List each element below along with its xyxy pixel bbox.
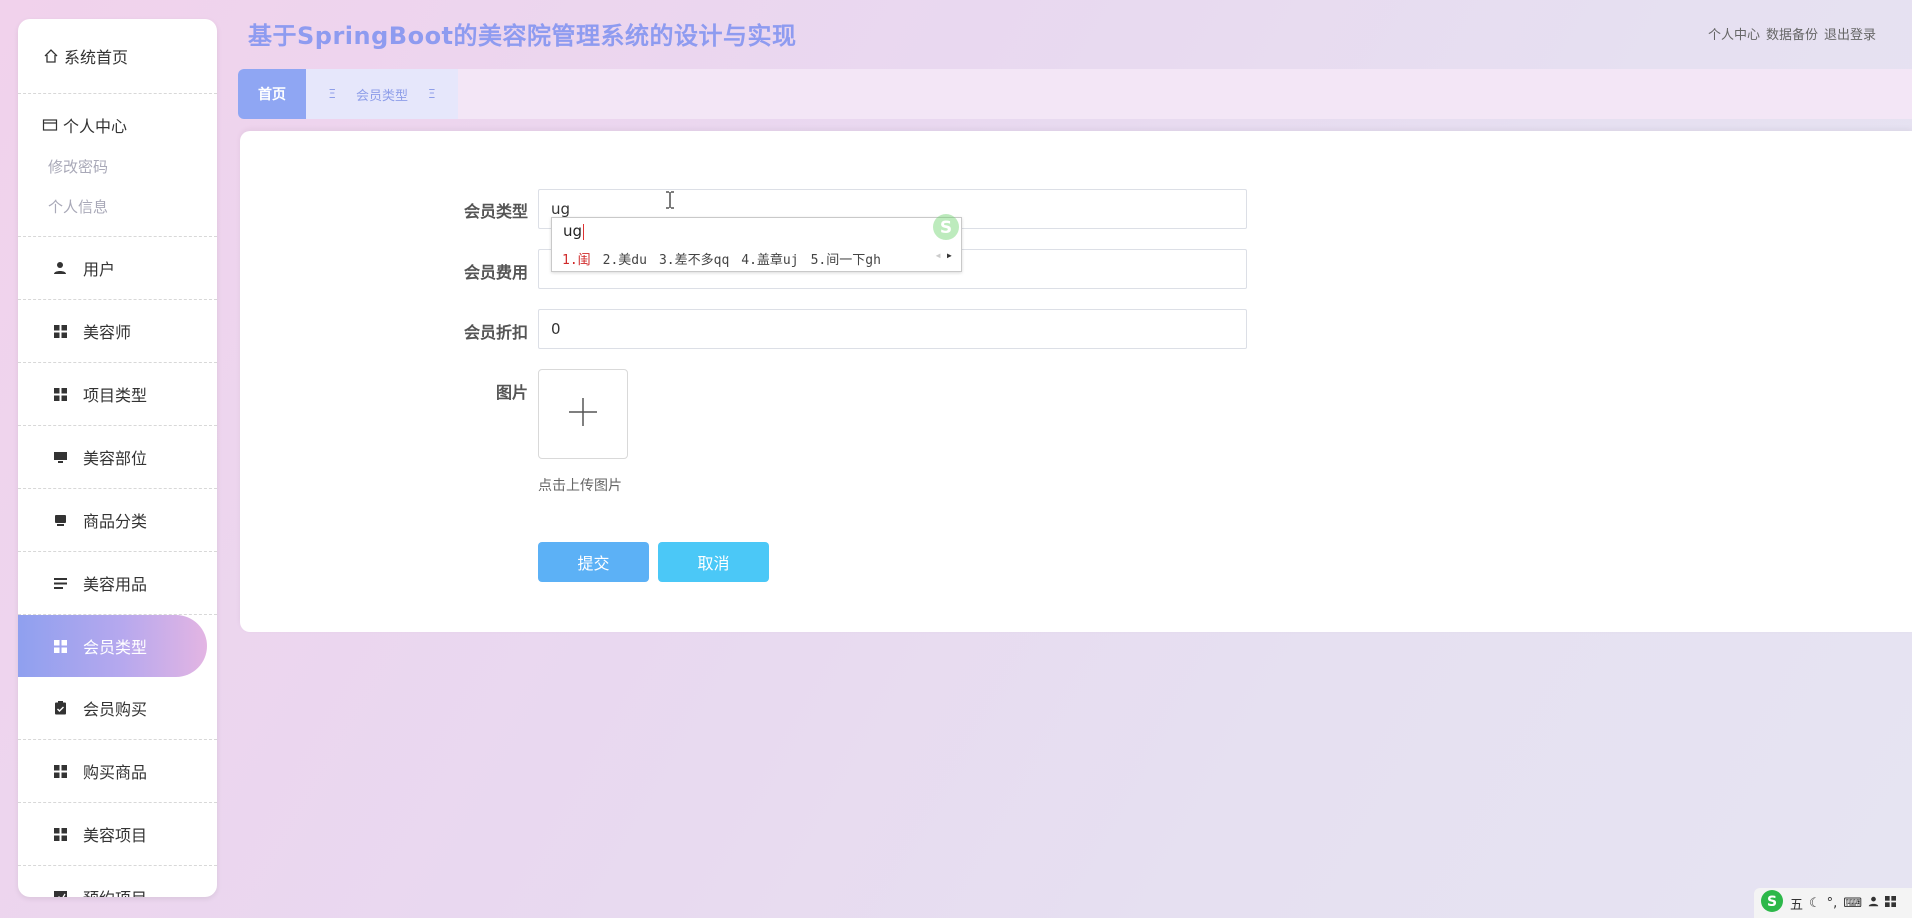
- sidebar-item-label: 项目类型: [83, 386, 148, 405]
- sogou-logo-icon: S: [931, 212, 961, 246]
- upload-hint: 点击上传图片: [538, 478, 622, 494]
- text-cursor-icon: [665, 191, 675, 214]
- ime-candidate[interactable]: 1.闺: [562, 249, 591, 268]
- sidebar-item-label: 美容项目: [83, 826, 148, 845]
- header-link-profile[interactable]: 个人中心: [1708, 24, 1760, 43]
- toolbox-icon[interactable]: [1885, 895, 1897, 911]
- cancel-button[interactable]: 取消: [658, 542, 769, 582]
- svg-text:S: S: [940, 218, 952, 238]
- sidebar-item-purchase-goods[interactable]: 购买商品: [18, 740, 217, 802]
- sidebar-item-label: 系统首页: [64, 48, 129, 67]
- grid-icon: [51, 762, 69, 780]
- sidebar-item-label: 会员购买: [83, 700, 148, 719]
- tab-home[interactable]: 首页: [238, 69, 306, 119]
- sidebar-item-beauty-area[interactable]: 美容部位: [18, 426, 217, 488]
- sidebar-item-goods-category[interactable]: 商品分类: [18, 489, 217, 551]
- sidebar-item-label: 美容师: [83, 323, 132, 342]
- member-fee-label: 会员费用: [463, 263, 528, 282]
- member-discount-label: 会员折扣: [463, 323, 528, 342]
- ime-toolbar: S 五 ☾ °, ⌨: [1754, 888, 1912, 918]
- sidebar-item-user[interactable]: 用户: [18, 237, 217, 299]
- sidebar-subitem-personal-info[interactable]: 个人信息: [18, 186, 217, 226]
- image-label: 图片: [495, 383, 528, 402]
- member-discount-input[interactable]: [538, 309, 1247, 349]
- id-card-icon: [41, 116, 59, 134]
- sidebar-item-appointment[interactable]: 预约项目: [18, 866, 217, 897]
- tab-label: 会员类型: [355, 88, 408, 104]
- header-link-backup[interactable]: 数据备份: [1766, 24, 1818, 43]
- grid-icon: [51, 637, 69, 655]
- home-icon: [42, 47, 60, 65]
- sidebar-item-member-type[interactable]: 会员类型: [18, 615, 207, 677]
- image-upload-button[interactable]: [538, 369, 628, 459]
- sidebar: 系统首页 个人中心 修改密码 个人信息 用户 美容师 项目类型 美容部位 商品分…: [18, 19, 217, 897]
- ime-candidate-list: 1.闺 2.美du 3.差不多qq 4.盖章uj 5.间一下gh: [562, 249, 881, 268]
- plus-icon: [567, 396, 599, 432]
- ime-candidate[interactable]: 3.差不多qq: [659, 249, 729, 268]
- sidebar-item-home[interactable]: 系统首页: [18, 19, 217, 93]
- header-link-logout[interactable]: 退出登录: [1824, 24, 1876, 43]
- moon-icon[interactable]: ☾: [1809, 896, 1821, 911]
- svg-text:S: S: [1767, 894, 1777, 910]
- ime-candidate[interactable]: 5.间一下gh: [811, 249, 881, 268]
- sidebar-item-personal[interactable]: 个人中心: [18, 104, 217, 146]
- tab-member-type[interactable]: Ξ 会员类型 Ξ: [306, 69, 458, 119]
- member-type-label: 会员类型: [463, 202, 528, 221]
- sidebar-item-member-purchase[interactable]: 会员购买: [18, 677, 217, 739]
- keyboard-icon[interactable]: ⌨: [1843, 896, 1862, 911]
- ime-next-icon[interactable]: ▸: [946, 248, 953, 262]
- ime-mode-label[interactable]: 五: [1790, 894, 1803, 913]
- grid-icon: [51, 385, 69, 403]
- grid-icon: [51, 322, 69, 340]
- sidebar-item-label: 美容部位: [83, 449, 148, 468]
- sidebar-item-label: 商品分类: [83, 512, 148, 531]
- header-links: 个人中心 数据备份 退出登录: [1708, 24, 1876, 43]
- ime-pager: ◂ ▸: [935, 248, 953, 262]
- ime-candidate[interactable]: 2.美du: [603, 249, 647, 268]
- ime-candidate[interactable]: 4.盖章uj: [741, 249, 798, 268]
- ime-prev-icon[interactable]: ◂: [935, 248, 942, 262]
- monitor-icon: [51, 448, 69, 466]
- chart-icon: [51, 888, 69, 897]
- sidebar-item-label: 会员类型: [83, 638, 148, 657]
- sidebar-item-label: 美容用品: [83, 575, 148, 594]
- tab-bar: 首页 Ξ 会员类型 Ξ: [238, 69, 1912, 119]
- user-icon[interactable]: [1868, 896, 1879, 911]
- sidebar-item-beauty-projects[interactable]: 美容项目: [18, 803, 217, 865]
- sidebar-item-beautician[interactable]: 美容师: [18, 300, 217, 362]
- clipboard-check-icon: [51, 699, 69, 717]
- sidebar-item-label: 用户: [83, 260, 116, 279]
- tab-drag-icon: Ξ: [328, 87, 336, 101]
- sidebar-item-label: 预约项目: [83, 885, 147, 897]
- sidebar-item-beauty-products[interactable]: 美容用品: [18, 552, 217, 614]
- grid-icon: [51, 825, 69, 843]
- submit-button[interactable]: 提交: [538, 542, 649, 582]
- sidebar-item-label: 个人中心: [63, 117, 128, 136]
- sidebar-item-project-type[interactable]: 项目类型: [18, 363, 217, 425]
- punctuation-icon[interactable]: °,: [1827, 896, 1838, 911]
- page-title: 基于SpringBoot的美容院管理系统的设计与实现: [248, 22, 797, 50]
- sogou-logo-icon[interactable]: S: [1760, 889, 1784, 917]
- monitor-icon: [51, 511, 69, 529]
- ime-composition: ug: [563, 222, 585, 240]
- user-icon: [51, 259, 69, 277]
- tab-menu-icon[interactable]: Ξ: [428, 87, 436, 101]
- ime-candidate-window: ug 1.闺 2.美du 3.差不多qq 4.盖章uj 5.间一下gh ◂ ▸ …: [551, 214, 962, 272]
- sidebar-subitem-change-password[interactable]: 修改密码: [18, 146, 217, 186]
- list-icon: [51, 574, 69, 592]
- sidebar-item-label: 购买商品: [83, 763, 148, 782]
